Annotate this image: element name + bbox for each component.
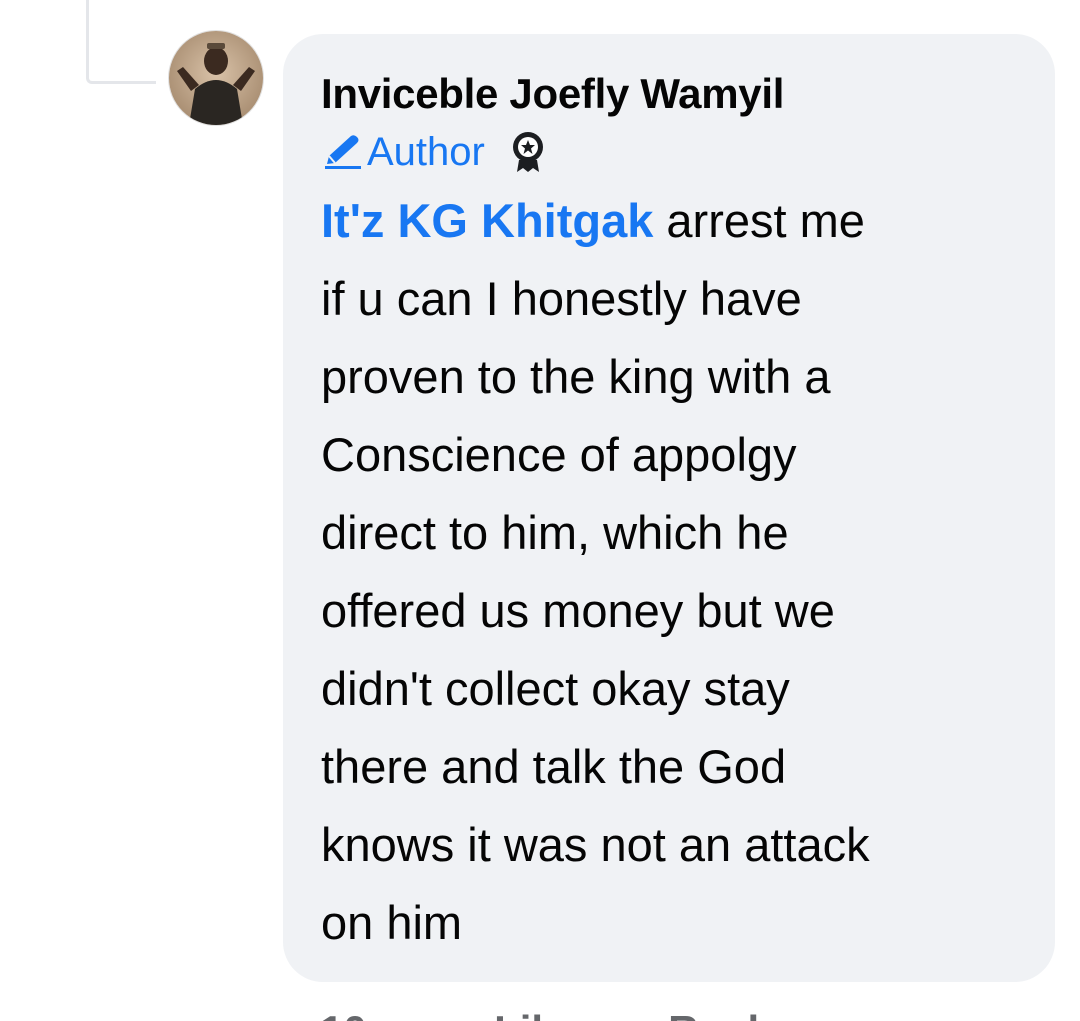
reply-thread-connector bbox=[86, 0, 156, 84]
comment-body: It'z KG Khitgak arrest me if u can I hon… bbox=[321, 182, 1026, 962]
comment-bubble: Inviceble Joefly Wamyil Author It'z KG K… bbox=[283, 34, 1055, 982]
mention-link[interactable]: It'z KG Khitgak bbox=[321, 194, 653, 247]
pencil-icon bbox=[325, 135, 361, 169]
top-fan-badge-icon[interactable] bbox=[509, 130, 547, 174]
comment-thread: Inviceble Joefly Wamyil Author It'z KG K… bbox=[0, 0, 1080, 1021]
comment-timestamp[interactable]: 10m bbox=[320, 1006, 404, 1021]
author-badge[interactable]: Author bbox=[321, 124, 485, 180]
comment-body-text: arrest me if u can I honestly have prove… bbox=[321, 194, 870, 949]
reply-button[interactable]: Reply bbox=[668, 1006, 782, 1021]
comment-actions: 10m Like Reply bbox=[320, 1006, 782, 1021]
like-button[interactable]: Like bbox=[494, 1006, 578, 1021]
author-name[interactable]: Inviceble Joefly Wamyil bbox=[321, 68, 1025, 120]
avatar[interactable] bbox=[169, 31, 263, 125]
author-badge-row: Author bbox=[321, 124, 1025, 180]
author-badge-label: Author bbox=[367, 130, 485, 174]
avatar-image bbox=[169, 31, 263, 125]
